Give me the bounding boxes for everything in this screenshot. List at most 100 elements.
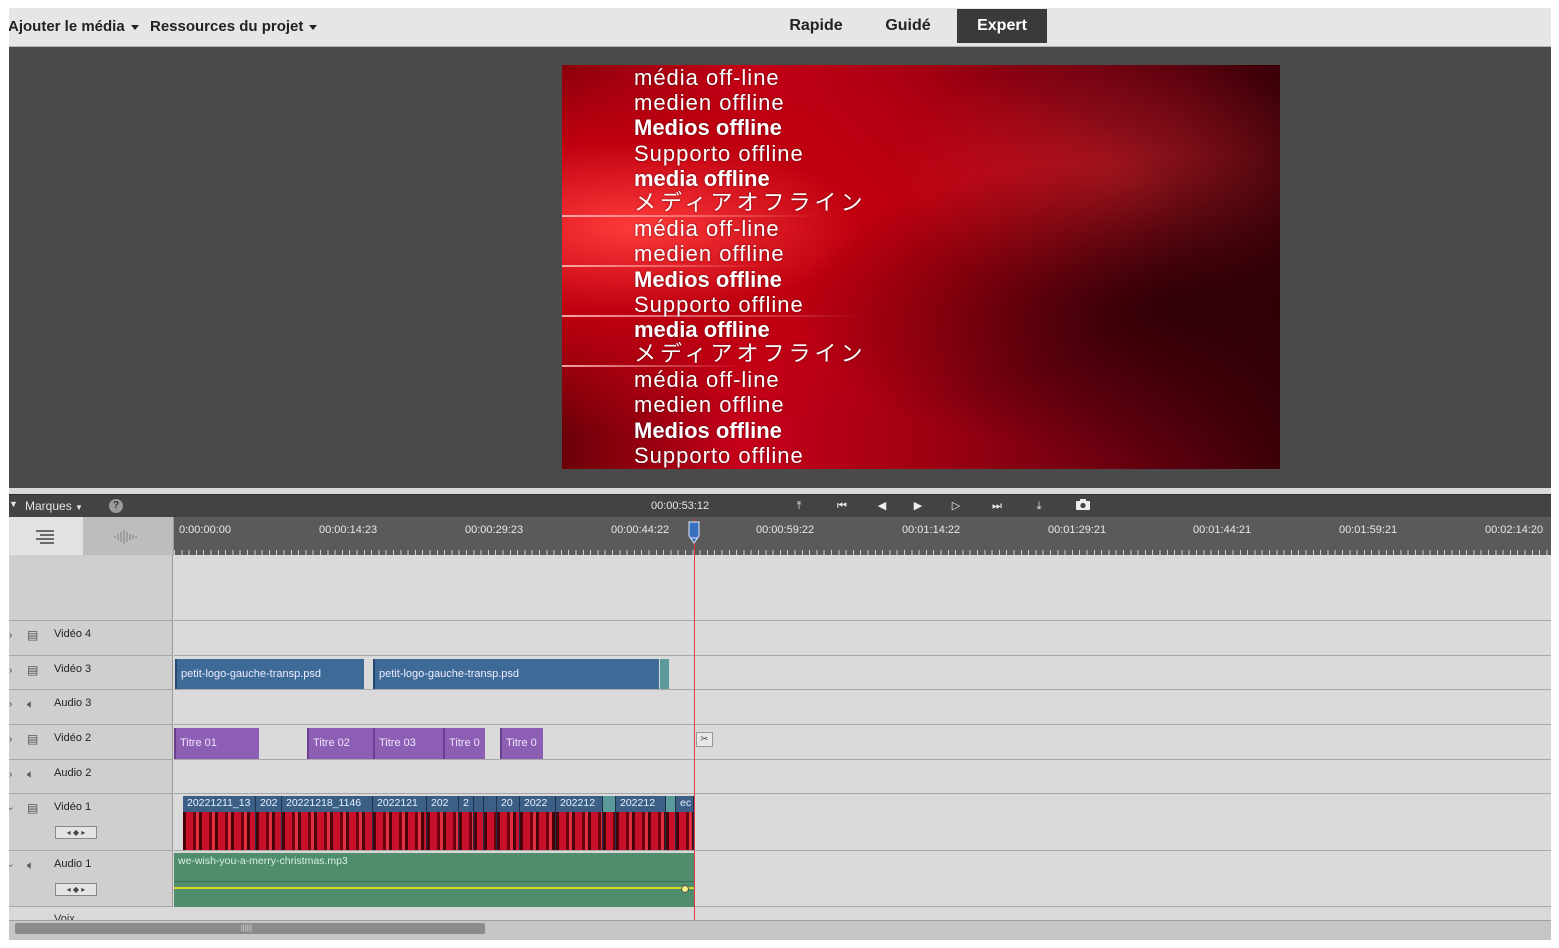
project-assets-menu[interactable]: Ressources du projet (150, 18, 318, 35)
ruler-tick-label: 00:02:14:20 (1485, 524, 1544, 536)
scissors-icon[interactable]: ✂ (696, 732, 713, 747)
video-clip[interactable]: 202 (256, 796, 282, 850)
clip-label (607, 796, 615, 810)
offline-line: メディアオフライン (634, 342, 867, 368)
add-media-menu[interactable]: Ajouter le média (9, 18, 139, 35)
media-offline-preview[interactable]: média off-line medien offline Medios off… (562, 65, 1280, 469)
clip-thumbnail (427, 812, 458, 850)
scrollbar-grip-icon: |||||| (241, 925, 252, 932)
video-clip[interactable]: 2 (459, 796, 474, 850)
mode-tab-quick[interactable]: Rapide (775, 9, 857, 43)
keyframe-navigator[interactable]: ◂ ◆ ▸ (55, 826, 97, 839)
video-clip[interactable]: 20221211_13 (183, 796, 256, 850)
next-edit-icon[interactable]: ⏭ (988, 498, 1006, 514)
clip-label: 20221211_13 (187, 797, 251, 809)
track-lane-video-2[interactable]: Titre 01 Titre 02 Titre 03 Titre 0 Titre… (174, 725, 1551, 760)
play-icon[interactable]: ▶ (909, 498, 927, 514)
speaker-icon: 🔈︎ (27, 697, 35, 711)
film-strip-icon: ▤ (27, 628, 39, 642)
video-clip[interactable] (666, 796, 676, 850)
go-to-end-icon[interactable]: ⤓ (1030, 498, 1048, 514)
title-clip[interactable]: Titre 0 (443, 728, 485, 759)
track-lane-audio-3[interactable] (174, 690, 1551, 725)
clip-logo-psd[interactable]: petit-logo-gauche-transp.psd (373, 659, 659, 689)
clip-thumbnail (666, 812, 675, 850)
chevron-right-icon[interactable]: › (9, 769, 12, 780)
go-to-start-icon[interactable]: ⤒ (790, 498, 808, 514)
track-lane-audio-1[interactable]: we-wish-you-a-merry-christmas.mp3 (9, 851, 1551, 907)
video-clip[interactable]: 202 (427, 796, 459, 850)
ruler-left-controls (9, 517, 174, 555)
film-strip-icon: ▤ (27, 801, 39, 815)
video-clip[interactable]: 202212 (616, 796, 666, 850)
video-clip[interactable]: 20 (497, 796, 520, 850)
horizontal-scrollbar[interactable]: |||||| (9, 920, 1551, 940)
track-lane-video-1[interactable]: 20221211_13 202 20221218_1146 2022121 20… (174, 794, 1551, 851)
title-clip[interactable]: Titre 03 (373, 728, 443, 759)
clip-thumbnail (484, 812, 496, 850)
title-clip[interactable]: Titre 0 (500, 728, 543, 759)
title-clip[interactable]: Titre 02 (307, 728, 373, 759)
snapshot-camera-icon[interactable] (1074, 498, 1092, 514)
project-assets-label: Ressources du projet (150, 18, 304, 35)
track-header-audio-3[interactable]: › 🔈︎ Audio 3 (9, 690, 173, 725)
video-clip[interactable] (484, 796, 497, 850)
track-lane-audio-2[interactable] (174, 760, 1551, 794)
track-lane-video-4[interactable] (174, 621, 1551, 656)
chevron-down-icon[interactable]: › (9, 807, 16, 810)
playhead-handle[interactable] (687, 521, 701, 545)
track-header-video-1[interactable]: › ▤ Vidéo 1 ◂ ◆ ▸ (9, 794, 173, 851)
offline-line: média off-line (634, 367, 780, 393)
step-back-icon[interactable]: ◀ (873, 498, 891, 514)
volume-keyframe[interactable] (681, 885, 689, 893)
mode-tab-guided[interactable]: Guidé (867, 9, 949, 43)
video-clip[interactable]: 202212 (556, 796, 603, 850)
clip-transition[interactable] (660, 659, 669, 689)
time-ruler[interactable]: 0:00:00:00 00:00:14:23 00:00:29:23 00:00… (174, 517, 1551, 555)
track-name: Vidéo 3 (54, 663, 92, 675)
clip-thumbnail (459, 812, 473, 850)
ruler-tick-label: 00:01:59:21 (1339, 524, 1398, 536)
chevron-right-icon[interactable]: › (9, 630, 12, 641)
video-clip[interactable]: 2022 (520, 796, 556, 850)
chevron-right-icon[interactable]: › (9, 699, 12, 710)
clip-label: 2022121 (377, 797, 418, 809)
track-header-audio-2[interactable]: › 🔈︎ Audio 2 (9, 760, 173, 794)
track-lane-video-3[interactable]: petit-logo-gauche-transp.psd petit-logo-… (174, 656, 1551, 690)
track-options-button[interactable] (9, 517, 83, 555)
title-clip[interactable]: Titre 01 (174, 728, 259, 759)
chevron-right-icon[interactable]: › (9, 665, 12, 676)
video-clip[interactable]: 2022121 (373, 796, 427, 850)
offline-line: medien offline (634, 392, 785, 418)
audio-clip[interactable]: we-wish-you-a-merry-christmas.mp3 (174, 853, 694, 907)
chevron-right-icon[interactable]: › (9, 734, 12, 745)
step-forward-icon[interactable]: ▷ (947, 498, 965, 514)
speaker-icon: 🔈︎ (27, 767, 35, 781)
offline-line: メディアオフライン (634, 190, 867, 216)
video-clip[interactable]: 20221218_1146 (282, 796, 373, 850)
previous-edit-icon[interactable]: ⏮ (833, 498, 851, 514)
mode-tab-expert[interactable]: Expert (957, 9, 1047, 43)
track-header-video-3[interactable]: › ▤ Vidéo 3 (9, 656, 173, 690)
empty-drop-area[interactable] (174, 555, 1551, 621)
video-clip[interactable]: ec (676, 796, 694, 850)
audio-1-empty-area[interactable] (694, 851, 1551, 907)
track-name: Vidéo 4 (54, 628, 92, 640)
track-header-video-2[interactable]: › ▤ Vidéo 2 (9, 725, 173, 760)
clip-logo-psd[interactable]: petit-logo-gauche-transp.psd (175, 659, 364, 689)
offline-line: Medios offline (634, 266, 782, 292)
clip-label: 2 (463, 797, 469, 809)
video-clip[interactable] (603, 796, 616, 850)
help-icon[interactable]: ? (109, 499, 123, 513)
ruler-tick-label: 00:00:44:22 (611, 524, 670, 536)
clip-thumbnail (282, 812, 372, 850)
collapse-triangle-icon[interactable]: ▼ (9, 499, 18, 509)
clip-thumbnail (474, 812, 483, 850)
track-header-video-4[interactable]: › ▤ Vidéo 4 (9, 621, 173, 656)
markers-menu[interactable]: Marques ▼ (25, 499, 83, 513)
video-clip[interactable] (474, 796, 484, 850)
audio-waveform-toggle[interactable] (83, 517, 173, 555)
volume-rubber-band[interactable] (174, 887, 694, 889)
current-timecode[interactable]: 00:00:53:12 (651, 500, 709, 512)
offline-line: Medios offline (634, 417, 782, 443)
